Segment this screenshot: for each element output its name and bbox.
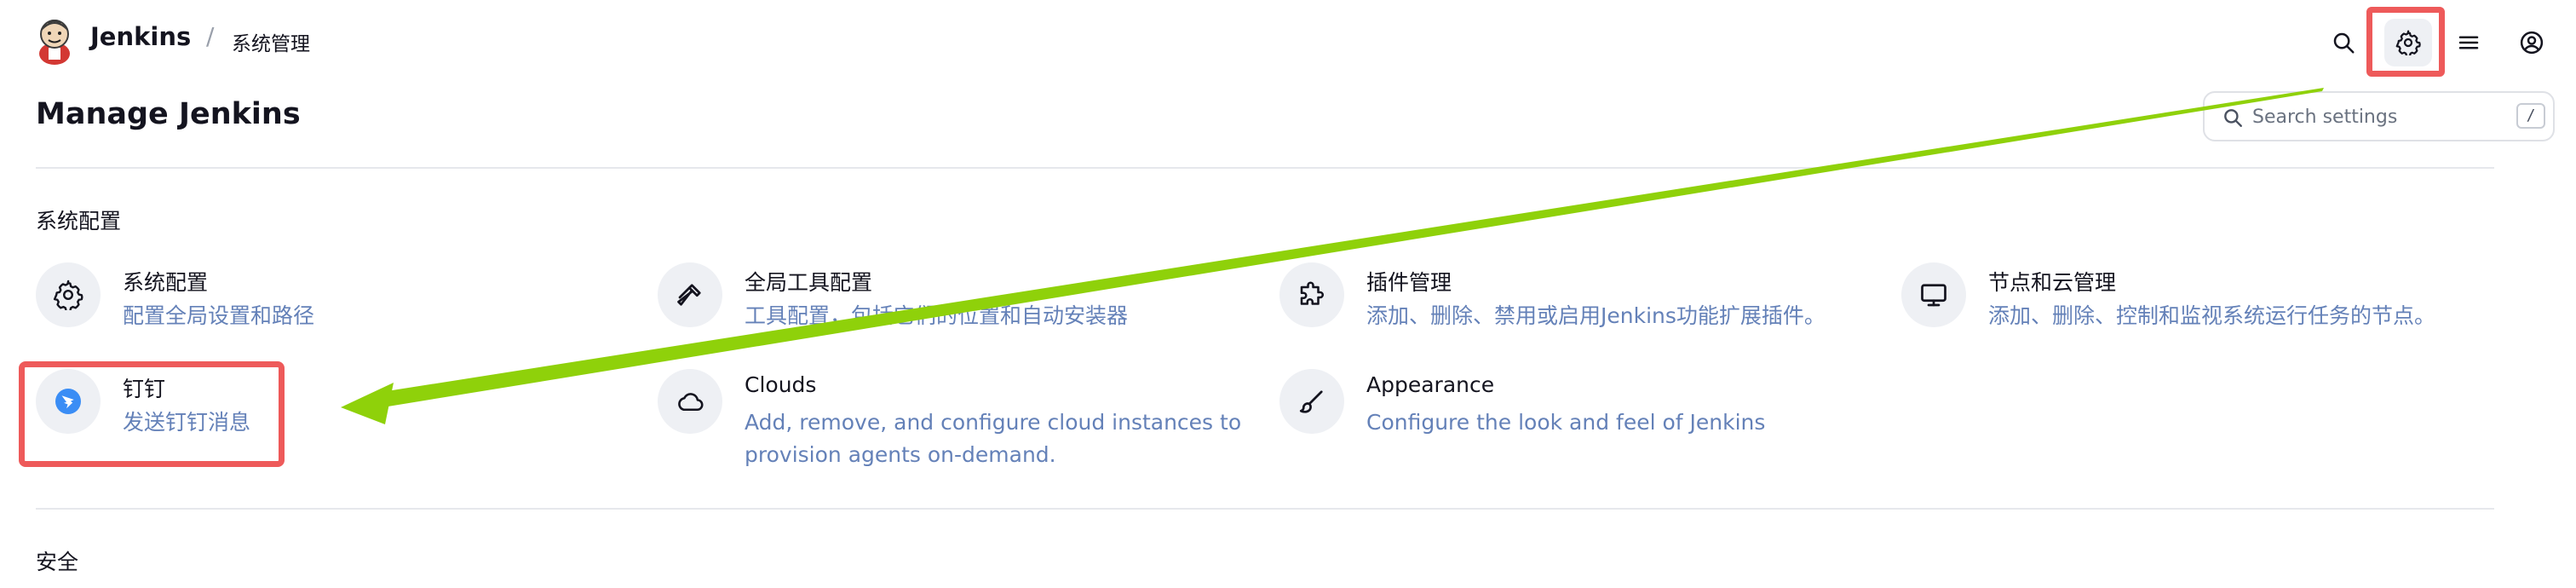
breadcrumb-manage[interactable]: 系统管理 [232, 27, 310, 56]
tile-title: 节点和云管理 [1988, 270, 2117, 295]
tile-icon-wrapper [1279, 262, 1344, 327]
tile-description: 添加、删除、控制和监视系统运行任务的节点。 [1988, 303, 2436, 328]
gear-icon [53, 280, 83, 310]
tile-title: 插件管理 [1366, 270, 1452, 295]
user-account-button[interactable] [2508, 19, 2556, 66]
tile-icon-wrapper [658, 369, 722, 434]
brush-icon [1299, 390, 1323, 413]
tile-title: 系统配置 [123, 270, 209, 295]
search-settings-box[interactable]: / [2203, 91, 2555, 141]
tile-description: 工具配置，包括它们的位置和自动安装器 [745, 303, 1129, 328]
annotation-arrow-shaft [371, 88, 2324, 409]
annotation-highlight-dingtalk-tile [19, 361, 285, 467]
monitor-icon [1921, 284, 1946, 307]
page-title: Manage Jenkins [36, 97, 301, 131]
breadcrumb-separator: / [206, 22, 215, 50]
section-title-system-config: 系统配置 [36, 209, 122, 233]
section-divider [36, 167, 2494, 169]
jenkins-logo-icon[interactable] [34, 15, 75, 65]
tile-title: 全局工具配置 [745, 270, 873, 295]
tile-title: Appearance [1366, 372, 1495, 397]
tile-icon-wrapper [36, 262, 101, 327]
cloud-icon [678, 393, 704, 412]
search-button[interactable] [2320, 19, 2367, 66]
tile-icon-wrapper [658, 262, 722, 327]
top-bar: Jenkins / 系统管理 [0, 0, 2576, 85]
search-settings-input[interactable] [2252, 101, 2491, 133]
section-divider [36, 508, 2494, 510]
tile-icon-wrapper [1901, 262, 1966, 327]
tile-description: Add, remove, and configure cloud instanc… [745, 410, 1242, 467]
search-icon [2224, 109, 2242, 127]
tile-description: 配置全局设置和路径 [123, 303, 315, 328]
brand-name[interactable]: Jenkins [90, 22, 191, 51]
tile-description: 添加、删除、禁用或启用Jenkins功能扩展插件。 [1366, 303, 1826, 328]
tile-icon-wrapper [1279, 369, 1344, 434]
user-circle-icon [2520, 31, 2544, 55]
search-icon [2333, 32, 2355, 54]
puzzle-icon [1300, 281, 1324, 305]
menu-button[interactable] [2445, 19, 2493, 66]
tile-title: Clouds [745, 372, 817, 397]
hammer-icon [677, 284, 701, 306]
tile-description: Configure the look and feel of Jenkins [1366, 410, 1766, 435]
keyboard-shortcut-hint: / [2516, 103, 2545, 129]
hamburger-menu-icon [2458, 36, 2479, 49]
annotation-highlight-manage-button [2366, 7, 2445, 77]
section-title-security: 安全 [36, 550, 79, 574]
